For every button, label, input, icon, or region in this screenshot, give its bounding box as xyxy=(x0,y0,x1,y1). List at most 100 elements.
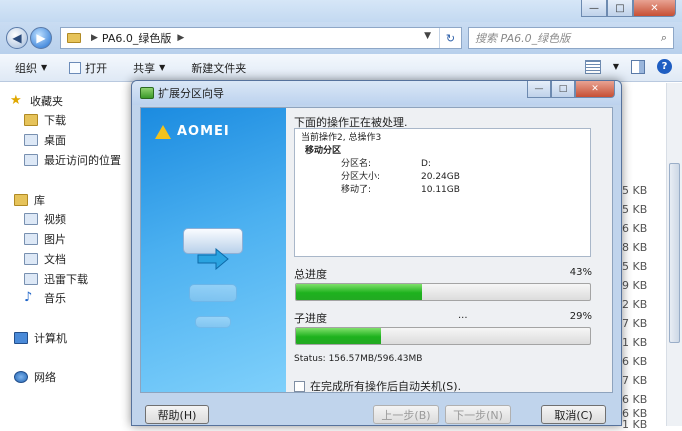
file-size: 2 KB xyxy=(622,298,648,311)
auto-shutdown-checkbox[interactable]: 在完成所有操作后自动关机(S). xyxy=(294,378,461,394)
checkbox-label: 在完成所有操作后自动关机(S). xyxy=(310,380,462,393)
preview-pane-icon[interactable] xyxy=(631,59,645,74)
sidebar-item-downloads[interactable]: 下载 xyxy=(24,112,66,128)
sidebar-item-label: 库 xyxy=(34,194,45,207)
sub-progress-label: 子进度 xyxy=(294,312,327,325)
forward-button[interactable]: ▶ xyxy=(30,27,52,49)
organize-button[interactable]: 组织 ▼ xyxy=(15,60,47,76)
breadcrumb-arrow-icon[interactable]: ▶ xyxy=(91,33,98,43)
scrollbar-thumb[interactable] xyxy=(669,163,680,343)
log-value: 20.24GB xyxy=(421,172,460,182)
close-button[interactable]: ✕ xyxy=(633,0,676,17)
view-options-icon[interactable] xyxy=(584,59,601,74)
sidebar-item-label: 音乐 xyxy=(44,292,66,305)
file-size: 5 KB xyxy=(622,260,648,273)
brand-panel: AOMEI xyxy=(141,108,286,392)
operation-log: 当前操作2, 总操作3 移动分区 分区名: D: 分区大小: 20.24GB 移动了… xyxy=(294,128,591,257)
search-icon[interactable]: ⌕ xyxy=(661,31,667,45)
dialog-close-button[interactable]: ✕ xyxy=(575,81,615,98)
breadcrumb-arrow-icon[interactable]: ▶ xyxy=(177,33,184,43)
disk-shadow-icon xyxy=(195,316,231,328)
sidebar-item-favorites[interactable]: ★ 收藏夹 xyxy=(10,93,63,109)
chevron-down-icon[interactable]: ▼ xyxy=(613,62,619,71)
file-size: 8 KB xyxy=(622,241,648,254)
file-size: 5 KB xyxy=(622,203,648,216)
documents-icon xyxy=(24,253,38,265)
status-text: Status: 156.57MB/596.43MB xyxy=(294,354,423,364)
address-path[interactable]: PA6.0_绿色版 xyxy=(102,30,171,46)
sidebar-item-label: 计算机 xyxy=(34,332,67,345)
back-button[interactable]: ◀ xyxy=(6,27,28,49)
sidebar-item-videos[interactable]: 视频 xyxy=(24,211,66,227)
share-button[interactable]: 共享 ▼ xyxy=(133,60,165,76)
command-toolbar: 组织 ▼ 打开 共享 ▼ 新建文件夹 ▼ ? xyxy=(0,54,682,82)
sidebar-item-network[interactable]: 网络 xyxy=(14,369,56,385)
dialog-maximize-button[interactable]: □ xyxy=(551,81,575,98)
cancel-button[interactable]: 取消(C) xyxy=(541,405,606,424)
pictures-icon xyxy=(24,233,38,245)
next-step-button[interactable]: 下一步(N) xyxy=(445,405,511,424)
extend-partition-wizard-dialog: 扩展分区向导 — □ ✕ AOMEI 下面的操作正在被处理. 当前操作2, 总操… xyxy=(131,80,622,426)
videos-icon xyxy=(24,213,38,225)
library-icon xyxy=(14,194,28,206)
sidebar-item-label: 最近访问的位置 xyxy=(44,154,121,167)
sidebar-item-label: 迅雷下载 xyxy=(44,273,88,286)
total-progress-percent: 43% xyxy=(569,267,592,278)
sidebar-item-recent[interactable]: 最近访问的位置 xyxy=(24,152,121,168)
chevron-down-icon: ▼ xyxy=(159,63,166,72)
move-arrow-icon xyxy=(197,248,229,270)
sidebar-item-desktop[interactable]: 桌面 xyxy=(24,132,66,148)
sidebar-item-label: 收藏夹 xyxy=(30,95,63,108)
minimize-button[interactable]: — xyxy=(581,0,607,17)
log-key: 分区名: xyxy=(341,159,372,169)
sidebar-item-music[interactable]: ♪ 音乐 xyxy=(24,290,66,306)
file-size: 5 KB xyxy=(622,184,648,197)
sidebar-item-label: 文档 xyxy=(44,253,66,266)
sidebar-item-computer[interactable]: 计算机 xyxy=(14,330,67,346)
desktop-icon xyxy=(24,134,38,146)
maximize-button[interactable]: □ xyxy=(607,0,633,17)
sub-progress-fill xyxy=(296,328,382,344)
sidebar-item-pictures[interactable]: 图片 xyxy=(24,231,66,247)
sidebar-item-documents[interactable]: 文档 xyxy=(24,251,66,267)
total-progress-fill xyxy=(296,284,423,300)
help-button[interactable]: 帮助(H) xyxy=(145,405,209,424)
sidebar-item-label: 桌面 xyxy=(44,134,66,147)
open-icon xyxy=(69,61,82,74)
forward-arrow-icon: ▶ xyxy=(36,31,46,45)
back-arrow-icon: ◀ xyxy=(12,31,22,45)
operation-name: 移动分区 xyxy=(305,146,342,156)
folder-icon xyxy=(67,33,81,43)
new-folder-button[interactable]: 新建文件夹 xyxy=(191,60,246,76)
back-step-button[interactable]: 上一步(B) xyxy=(373,405,439,424)
sidebar-item-library[interactable]: 库 xyxy=(14,192,45,208)
share-label: 共享 xyxy=(133,61,156,75)
star-icon: ★ xyxy=(10,93,22,108)
search-input[interactable]: 搜索 PA6.0_绿色版 ⌕ xyxy=(468,27,674,49)
aomei-logo-icon xyxy=(155,124,171,139)
open-button[interactable]: 打开 xyxy=(69,60,107,76)
refresh-icon[interactable]: ↻ xyxy=(439,28,461,48)
partition-wizard-icon xyxy=(140,87,154,99)
file-size: 1 KB xyxy=(622,336,648,349)
address-dropdown-icon[interactable]: ▼ xyxy=(424,31,431,41)
log-row: 分区大小: 20.24GB xyxy=(341,171,584,184)
checkbox-box[interactable] xyxy=(294,380,305,392)
address-bar[interactable]: ▶ PA6.0_绿色版 ▶ ▼ ↻ xyxy=(60,27,462,49)
sidebar-item-label: 视频 xyxy=(44,213,66,226)
downloads-folder-icon xyxy=(24,114,38,126)
help-icon[interactable]: ? xyxy=(657,59,672,74)
file-size: 1 KB xyxy=(622,418,648,431)
organize-label: 组织 xyxy=(15,61,37,75)
sub-progress-dots: ... xyxy=(458,310,468,321)
new-folder-label: 新建文件夹 xyxy=(191,61,247,75)
log-row: 分区名: D: xyxy=(341,158,584,171)
computer-icon xyxy=(14,332,28,344)
sidebar-item-thunder[interactable]: 迅雷下载 xyxy=(24,271,88,287)
vertical-scrollbar[interactable] xyxy=(666,83,682,426)
dialog-body: AOMEI 下面的操作正在被处理. 当前操作2, 总操作3 移动分区 分区名: D… xyxy=(140,107,613,393)
file-size: 6 KB xyxy=(622,355,648,368)
log-row: 移动了: 10.11GB xyxy=(341,184,584,197)
brand-name: AOMEI xyxy=(177,124,230,139)
dialog-minimize-button[interactable]: — xyxy=(527,81,551,98)
